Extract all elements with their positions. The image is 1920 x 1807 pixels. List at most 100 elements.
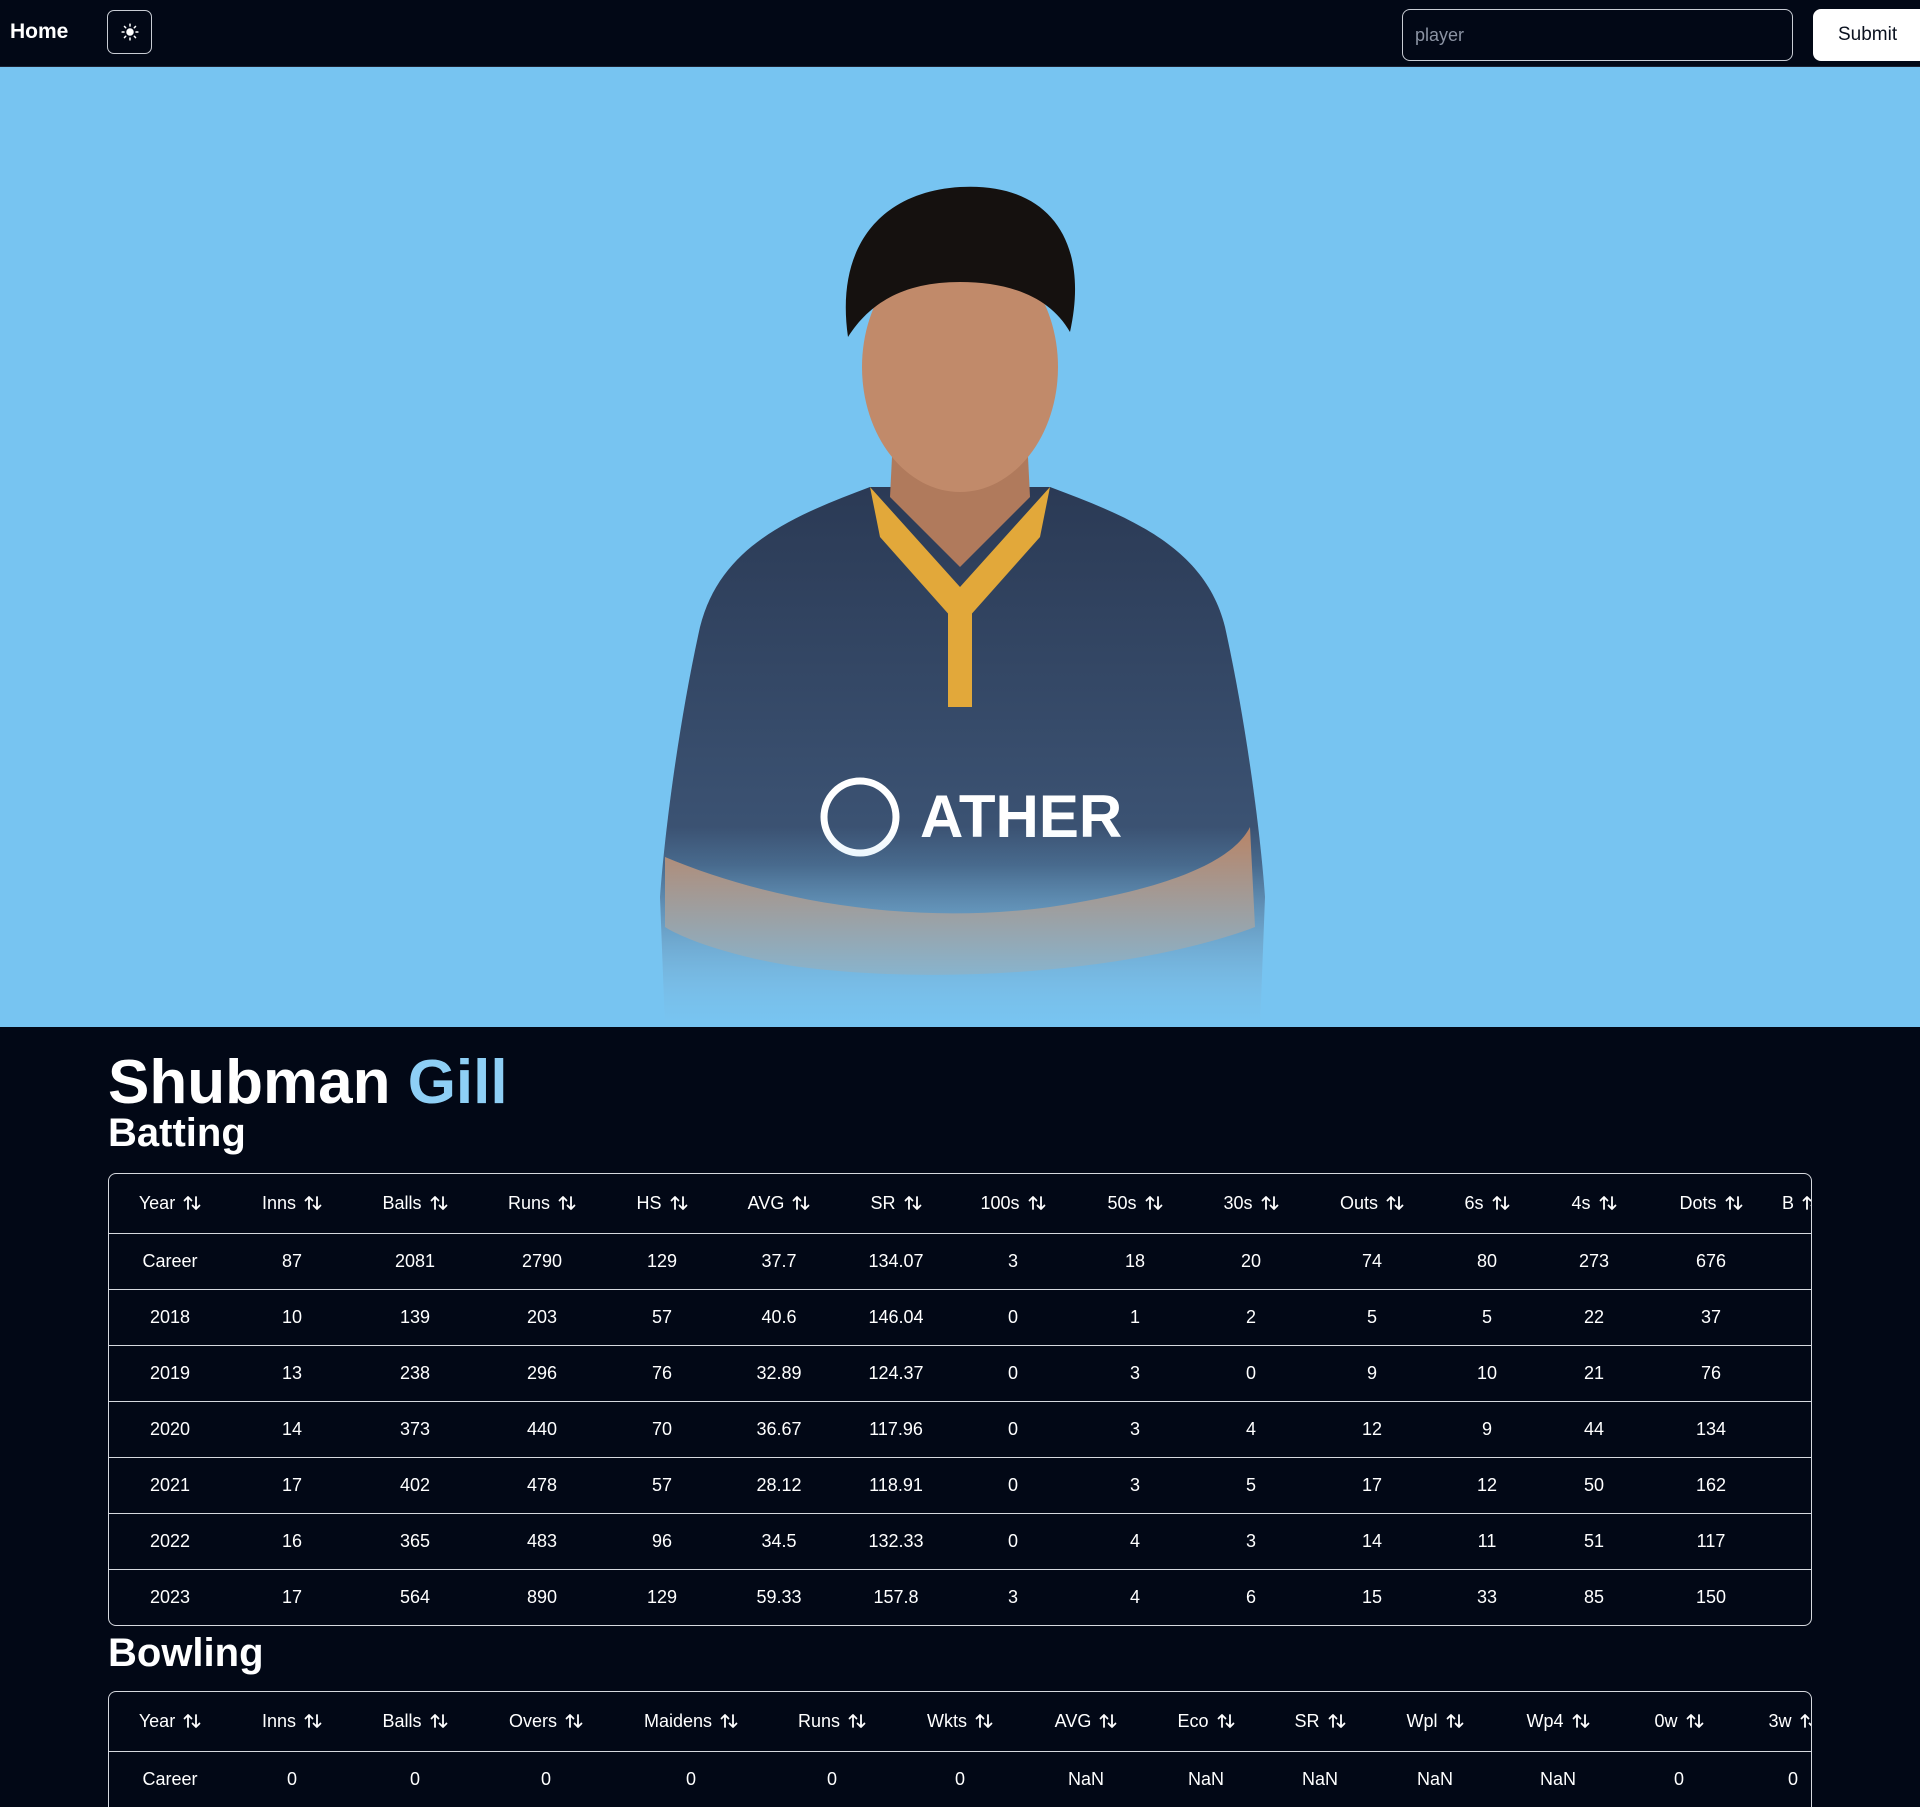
sort-arrows-icon[interactable] <box>1725 1195 1743 1211</box>
sort-arrows-icon[interactable] <box>1217 1713 1235 1729</box>
header-label: Runs <box>797 1710 841 1731</box>
sort-arrows-icon[interactable] <box>1446 1713 1464 1729</box>
theme-toggle-button[interactable] <box>107 10 152 54</box>
table-cell: 2020 <box>109 1400 231 1457</box>
header-label-wrap: Maidens <box>644 1711 738 1732</box>
table-cell: 124.37 <box>841 1344 951 1401</box>
bowling-col-header[interactable]: Wp4 <box>1493 1692 1623 1751</box>
table-cell: 2023 <box>109 1568 231 1625</box>
batting-col-header[interactable]: 6s <box>1437 1174 1537 1233</box>
table-cell: 478 <box>477 1456 607 1513</box>
table-cell: 273 <box>1537 1232 1651 1289</box>
sort-arrows-icon[interactable] <box>1800 1713 1813 1729</box>
batting-col-header[interactable]: Runs <box>477 1174 607 1233</box>
table-cell: 21 <box>1537 1344 1651 1401</box>
sort-arrows-icon[interactable] <box>1328 1713 1346 1729</box>
header-label: B <box>1781 1192 1794 1213</box>
player-search-input[interactable] <box>1402 9 1793 61</box>
table-cell: 14 <box>231 1400 353 1457</box>
table-cell: 5 <box>1307 1288 1437 1345</box>
sort-arrows-icon[interactable] <box>183 1195 201 1211</box>
table-cell: 0 <box>951 1456 1075 1513</box>
table-row: Career 0 0 0 0 0 0 NaN NaN NaN NaN NaN 0 0 <box>109 1750 1811 1807</box>
sort-arrows-icon[interactable] <box>430 1713 448 1729</box>
sort-arrows-icon[interactable] <box>1261 1195 1279 1211</box>
batting-col-header[interactable]: HS <box>607 1174 717 1233</box>
table-cell: 36.67 <box>717 1400 841 1457</box>
sort-arrows-icon[interactable] <box>975 1713 993 1729</box>
bowling-col-header[interactable]: Eco <box>1149 1692 1263 1751</box>
bowling-col-header[interactable]: Year <box>109 1692 231 1751</box>
sort-arrows-icon[interactable] <box>1802 1195 1812 1211</box>
sort-arrows-icon[interactable] <box>720 1713 738 1729</box>
header-label: AVG <box>747 1192 785 1213</box>
bowling-col-header[interactable]: Wpl <box>1377 1692 1493 1751</box>
home-link[interactable]: Home <box>10 20 68 44</box>
table-cell: 70 <box>607 1400 717 1457</box>
header-label: Year <box>138 1192 176 1213</box>
sort-arrows-icon[interactable] <box>1492 1195 1510 1211</box>
header-label-wrap: SR <box>870 1193 921 1214</box>
batting-col-header[interactable]: Balls <box>353 1174 477 1233</box>
header-label: SR <box>870 1192 896 1213</box>
batting-col-header[interactable]: Outs <box>1307 1174 1437 1233</box>
sort-arrows-icon[interactable] <box>304 1195 322 1211</box>
sort-arrows-icon[interactable] <box>1686 1713 1704 1729</box>
table-cell <box>1771 1288 1811 1345</box>
table-cell: 2 <box>1195 1288 1307 1345</box>
bowling-col-header[interactable]: AVG <box>1023 1692 1149 1751</box>
bowling-heading: Bowling <box>108 1631 264 1675</box>
batting-col-header[interactable]: Dots <box>1651 1174 1771 1233</box>
header-label: Year <box>138 1710 176 1731</box>
sort-arrows-icon[interactable] <box>304 1713 322 1729</box>
bowling-col-header[interactable]: 3w <box>1735 1692 1813 1751</box>
batting-col-header[interactable]: 50s <box>1075 1174 1195 1233</box>
sort-arrows-icon[interactable] <box>558 1195 576 1211</box>
bowling-col-header[interactable]: Maidens <box>615 1692 767 1751</box>
table-cell: 0 <box>1195 1344 1307 1401</box>
batting-header-row: Year Inns Balls Runs HS AVG SR 100s 50s 30s Outs 6s… <box>109 1174 1812 1233</box>
bowling-col-header[interactable]: Balls <box>353 1692 477 1751</box>
sort-arrows-icon[interactable] <box>183 1713 201 1729</box>
submit-button[interactable]: Submit <box>1813 9 1920 61</box>
header-label-wrap: AVG <box>1055 1711 1118 1732</box>
table-cell: 676 <box>1651 1232 1771 1289</box>
batting-col-header[interactable]: 4s <box>1537 1174 1651 1233</box>
batting-col-header[interactable]: AVG <box>717 1174 841 1233</box>
bowling-col-header[interactable]: Wkts <box>897 1692 1023 1751</box>
batting-col-header[interactable]: 100s <box>951 1174 1075 1233</box>
sort-arrows-icon[interactable] <box>1099 1713 1117 1729</box>
bowling-col-header[interactable]: Inns <box>231 1692 353 1751</box>
batting-col-header[interactable]: Inns <box>231 1174 353 1233</box>
table-cell: 57 <box>607 1456 717 1513</box>
header-label-wrap: 4s <box>1571 1193 1616 1214</box>
table-cell: 9 <box>1437 1400 1537 1457</box>
sort-arrows-icon[interactable] <box>848 1713 866 1729</box>
sort-arrows-icon[interactable] <box>904 1195 922 1211</box>
sort-arrows-icon[interactable] <box>1386 1195 1404 1211</box>
bowling-col-header[interactable]: Overs <box>477 1692 615 1751</box>
sort-arrows-icon[interactable] <box>1145 1195 1163 1211</box>
header-label: Inns <box>261 1192 297 1213</box>
sort-arrows-icon[interactable] <box>1572 1713 1590 1729</box>
table-cell: 3 <box>1075 1456 1195 1513</box>
bowling-col-header[interactable]: 0w <box>1623 1692 1735 1751</box>
batting-col-header[interactable]: Year <box>109 1174 231 1233</box>
table-cell: 15 <box>1307 1568 1437 1625</box>
batting-col-header[interactable]: B <box>1771 1174 1812 1233</box>
sort-arrows-icon[interactable] <box>430 1195 448 1211</box>
sort-arrows-icon[interactable] <box>1599 1195 1617 1211</box>
batting-col-header[interactable]: SR <box>841 1174 951 1233</box>
sort-arrows-icon[interactable] <box>792 1195 810 1211</box>
batting-col-header[interactable]: 30s <box>1195 1174 1307 1233</box>
sort-arrows-icon[interactable] <box>1028 1195 1046 1211</box>
bowling-col-header[interactable]: SR <box>1263 1692 1377 1751</box>
table-cell: 890 <box>477 1568 607 1625</box>
table-cell <box>1771 1400 1811 1457</box>
table-cell: 44 <box>1537 1400 1651 1457</box>
bowling-col-header[interactable]: Runs <box>767 1692 897 1751</box>
table-cell: 483 <box>477 1512 607 1569</box>
sort-arrows-icon[interactable] <box>565 1713 583 1729</box>
sort-arrows-icon[interactable] <box>670 1195 688 1211</box>
table-cell: 0 <box>767 1750 897 1807</box>
